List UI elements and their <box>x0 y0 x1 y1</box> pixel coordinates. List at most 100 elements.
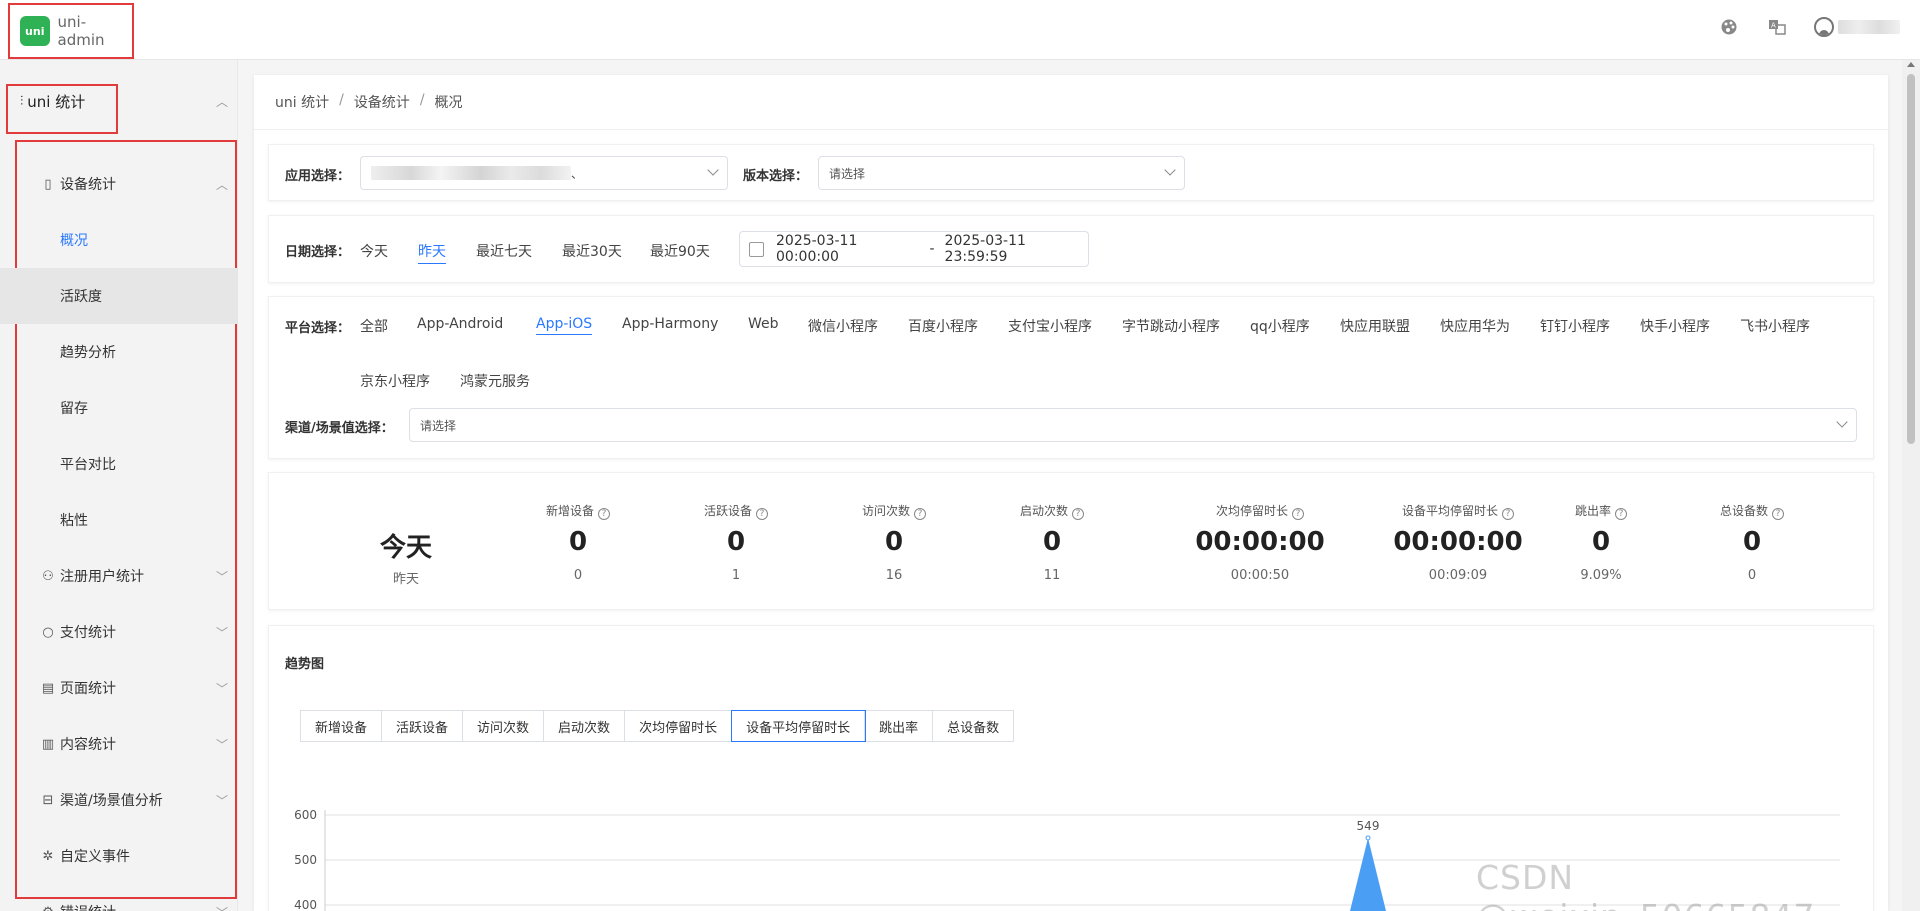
help-icon: ? <box>1292 508 1304 520</box>
area-peak <box>1350 837 1386 911</box>
trend-title: 趋势图 <box>285 657 325 672</box>
menu-channel-analysis[interactable]: ⊟ 渠道/场景值分析 ﹀ <box>0 772 238 828</box>
date-option-7days[interactable]: 最近七天 <box>476 241 532 261</box>
chevron-down-icon: ﹀ <box>215 569 228 584</box>
divider <box>254 129 1888 130</box>
trend-tab[interactable]: 总设备数 <box>933 711 1013 741</box>
platform-option[interactable]: App-iOS <box>536 316 593 335</box>
stat-title: 访问次数? <box>819 502 969 520</box>
trend-tab-active[interactable]: 设备平均停留时长 <box>731 710 867 742</box>
stat-yesterday-value: 1 <box>731 568 741 583</box>
version-select-placeholder: 请选择 <box>829 166 866 181</box>
trend-tab[interactable]: 活跃设备 <box>382 711 464 741</box>
sidebar-item-retention[interactable]: 留存 <box>0 380 238 436</box>
platform-option[interactable]: 全部 <box>360 316 388 336</box>
trend-tab[interactable]: 启动次数 <box>544 711 626 741</box>
app-select[interactable]: 、 <box>360 156 728 190</box>
stat-yesterday-value: 16 <box>885 568 903 583</box>
highlight-box-top <box>6 84 118 134</box>
sidebar-item-label: 活跃度 <box>60 289 102 305</box>
bug-icon: ⚙ <box>40 904 56 911</box>
date-option-today[interactable]: 今天 <box>360 241 388 261</box>
sidebar-item-activity[interactable]: 活跃度 <box>0 268 238 324</box>
vertical-scrollbar[interactable] <box>1902 60 1920 911</box>
version-select[interactable]: 请选择 <box>818 156 1185 190</box>
help-icon: ? <box>598 508 610 520</box>
trend-tab[interactable]: 次均停留时长 <box>625 711 733 741</box>
trend-tab[interactable]: 访问次数 <box>463 711 545 741</box>
platform-option[interactable]: 百度小程序 <box>908 316 978 336</box>
trend-tab[interactable]: 跳出率 <box>865 711 934 741</box>
date-option-30days[interactable]: 最近30天 <box>562 241 622 261</box>
platform-option[interactable]: 快应用华为 <box>1440 316 1510 336</box>
menu-user-stats[interactable]: ⚇ 注册用户统计 ﹀ <box>0 548 238 604</box>
stat-title: 跳出率? <box>1526 502 1676 520</box>
platform-option[interactable]: 支付宝小程序 <box>1008 316 1092 336</box>
sidebar-item-trend[interactable]: 趋势分析 <box>0 324 238 380</box>
device-icon: ▯ <box>44 176 52 192</box>
menu-device-stats[interactable]: ▯ 设备统计 ︿ <box>0 156 238 212</box>
platform-option[interactable]: App-Harmony <box>622 316 718 332</box>
menu-error-stats[interactable]: ⚙ 错误统计 ﹀ <box>0 884 238 911</box>
stats-today-label: 今天 <box>379 533 432 563</box>
platform-option[interactable]: App-Android <box>417 316 503 332</box>
channel-select[interactable]: 请选择 <box>409 408 1857 442</box>
y-tick-label: 600 <box>294 808 317 822</box>
y-tick-label: 400 <box>294 898 317 911</box>
channel-icon: ⊟ <box>42 792 54 808</box>
platform-option[interactable]: 飞书小程序 <box>1740 316 1810 336</box>
menu-pay-stats[interactable]: ○ 支付统计 ﹀ <box>0 604 238 660</box>
breadcrumb-item[interactable]: 设备统计 <box>354 92 410 112</box>
platform-option[interactable]: 微信小程序 <box>808 316 878 336</box>
platform-option[interactable]: 快应用联盟 <box>1340 316 1410 336</box>
platform-option[interactable]: 快手小程序 <box>1640 316 1710 336</box>
help-icon: ? <box>1502 508 1514 520</box>
scroll-up-arrow-icon[interactable] <box>1907 62 1915 67</box>
content-icon: ▥ <box>41 736 55 752</box>
platform-option[interactable]: Web <box>748 316 779 332</box>
menu-label: 页面统计 <box>60 681 116 697</box>
page-icon: ▤ <box>41 680 55 696</box>
platform-option[interactable]: 钉钉小程序 <box>1540 316 1610 336</box>
chevron-up-icon: ︿ <box>215 94 228 109</box>
circle-icon: ○ <box>42 624 54 640</box>
menu-content-stats[interactable]: ▥ 内容统计 ﹀ <box>0 716 238 772</box>
trend-tab[interactable]: 新增设备 <box>301 711 383 741</box>
menu-label: 错误统计 <box>60 902 116 911</box>
menu-label: 自定义事件 <box>60 849 130 865</box>
sidebar-item-label: 留存 <box>60 401 88 417</box>
help-icon: ? <box>914 508 926 520</box>
platform-option[interactable]: 鸿蒙元服务 <box>460 371 530 391</box>
date-option-yesterday[interactable]: 昨天 <box>418 241 446 264</box>
app-logo[interactable]: uni uni-admin <box>8 3 134 59</box>
palette-icon[interactable] <box>1718 16 1740 38</box>
breadcrumb-item[interactable]: uni 统计 <box>275 92 329 112</box>
stat-today-value: 0 <box>568 527 588 557</box>
data-point <box>1365 835 1371 841</box>
platform-option[interactable]: qq小程序 <box>1250 316 1310 336</box>
menu-custom-event[interactable]: ✲ 自定义事件 <box>0 828 238 884</box>
user-menu[interactable] <box>1814 17 1900 37</box>
top-bar: uni uni-admin A <box>0 0 1920 60</box>
sidebar-item-platform-compare[interactable]: 平台对比 <box>0 436 238 492</box>
stat-yesterday-value: 9.09% <box>1580 568 1622 583</box>
menu-page-stats[interactable]: ▤ 页面统计 ﹀ <box>0 660 238 716</box>
uni-logo-icon: uni <box>20 16 50 46</box>
translate-icon[interactable]: A <box>1766 16 1788 38</box>
chevron-down-icon: ﹀ <box>216 904 228 911</box>
platform-option[interactable]: 字节跳动小程序 <box>1122 316 1220 336</box>
help-icon: ? <box>1072 508 1084 520</box>
sidebar-item-stickiness[interactable]: 粘性 <box>0 492 238 548</box>
chevron-down-icon: ﹀ <box>215 737 228 752</box>
stat-title: 总设备数? <box>1677 502 1827 520</box>
watermark: CSDN @weixin_50665847 <box>1476 858 1815 911</box>
event-icon: ✲ <box>42 848 54 864</box>
platform-option[interactable]: 京东小程序 <box>360 371 430 391</box>
breadcrumb: uni 统计 / 设备统计 / 概况 <box>275 92 463 112</box>
breadcrumb-item: 概况 <box>434 95 463 111</box>
scrollbar-thumb[interactable] <box>1907 74 1915 444</box>
date-option-90days[interactable]: 最近90天 <box>650 241 710 261</box>
sidebar-item-overview[interactable]: 概况 <box>0 212 238 268</box>
date-range-picker[interactable]: 2025-03-11 00:00:00 - 2025-03-11 23:59:5… <box>739 231 1089 267</box>
y-tick-label: 500 <box>294 853 317 867</box>
